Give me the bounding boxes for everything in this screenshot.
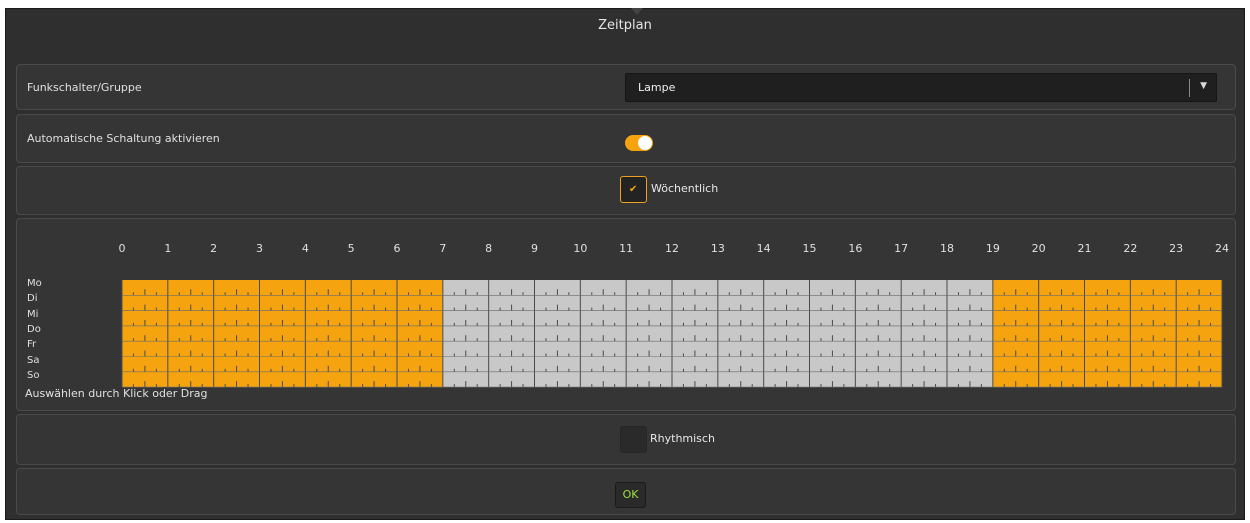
hour-label: 16 xyxy=(848,242,863,255)
schedule-grid-panel: Auswählen durch Klick oder Drag 01234567… xyxy=(16,218,1236,411)
top-strip xyxy=(0,0,1250,8)
schedule-dialog: Zeitplan Funkschalter/Gruppe Lampe ▼ Aut… xyxy=(5,8,1245,520)
hour-label: 21 xyxy=(1077,242,1092,255)
day-label: Fr xyxy=(27,339,37,351)
hour-label: 17 xyxy=(894,242,909,255)
select-separator xyxy=(1189,79,1190,97)
hour-label: 24 xyxy=(1215,242,1229,255)
hour-label: 15 xyxy=(802,242,817,255)
hour-label: 7 xyxy=(439,242,447,255)
auto-switch-toggle[interactable] xyxy=(625,135,653,151)
hour-label: 12 xyxy=(665,242,679,255)
device-label: Funkschalter/Gruppe xyxy=(27,81,142,94)
hour-label: 11 xyxy=(619,242,634,255)
weekly-checkbox[interactable]: ✔ xyxy=(620,176,647,203)
hour-label: 23 xyxy=(1169,242,1184,255)
hour-label: 0 xyxy=(118,242,126,255)
day-label: Di xyxy=(27,293,38,305)
ok-button[interactable]: OK xyxy=(615,482,646,508)
dialog-title: Zeitplan xyxy=(598,18,652,33)
day-label: Sa xyxy=(27,354,40,366)
hour-label: 5 xyxy=(347,242,355,255)
day-label: Mi xyxy=(27,308,39,320)
hour-label: 18 xyxy=(940,242,954,255)
hour-label: 1 xyxy=(164,242,172,255)
hour-label: 13 xyxy=(710,242,725,255)
checkmark-icon: ✔ xyxy=(629,184,638,195)
device-select-value: Lampe xyxy=(638,81,676,94)
hour-label: 2 xyxy=(210,242,218,255)
day-label: Mo xyxy=(27,278,42,289)
toggle-knob xyxy=(638,136,652,150)
hour-label: 6 xyxy=(393,242,401,255)
hour-label: 19 xyxy=(985,242,1000,255)
hour-label: 4 xyxy=(301,242,309,255)
rhythmic-label: Rhythmisch xyxy=(650,432,715,445)
hour-label: 3 xyxy=(256,242,263,255)
weekly-label: Wöchentlich xyxy=(651,182,719,195)
dialog-notch xyxy=(631,8,643,15)
hour-label: 8 xyxy=(485,242,493,255)
day-label: So xyxy=(27,369,40,381)
day-label: Do xyxy=(27,323,41,335)
ok-row: OK xyxy=(16,468,1236,515)
auto-switch-row: Automatische Schaltung aktivieren xyxy=(16,114,1236,163)
chevron-down-icon[interactable]: ▼ xyxy=(1200,81,1207,91)
hour-label: 9 xyxy=(531,242,538,255)
grid-hint: Auswählen durch Klick oder Drag xyxy=(25,387,208,400)
device-row: Funkschalter/Gruppe Lampe ▼ xyxy=(16,64,1236,110)
device-select[interactable]: Lampe ▼ xyxy=(625,73,1217,102)
hour-label: 22 xyxy=(1123,242,1138,255)
auto-switch-label: Automatische Schaltung aktivieren xyxy=(27,132,220,145)
hour-label: 14 xyxy=(756,242,771,255)
hour-label: 10 xyxy=(573,242,588,255)
rhythmic-row: Rhythmisch xyxy=(16,414,1236,465)
rhythmic-checkbox[interactable] xyxy=(620,426,647,453)
weekly-row: ✔ Wöchentlich xyxy=(16,166,1236,215)
hour-label: 20 xyxy=(1031,242,1046,255)
